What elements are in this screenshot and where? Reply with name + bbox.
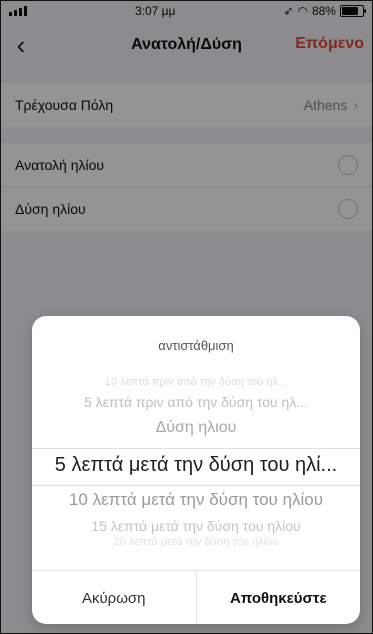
picker-option[interactable]: Δύση ηλιου (32, 419, 360, 437)
sheet-title: αντιστάθμιση (158, 338, 234, 353)
picker-option[interactable]: 10 λεπτά πριν από την δύση του ηλ... (32, 376, 360, 388)
offset-picker-sheet: αντιστάθμιση 10 λεπτά πριν από την δύση … (32, 316, 360, 624)
picker-option[interactable]: 10 λεπτά μετά την δύση του ηλίου (32, 490, 360, 510)
picker-option[interactable]: 5 λεπτά πριν από την δύση του ηλ... (32, 394, 360, 410)
offset-picker[interactable]: 10 λεπτά πριν από την δύση του ηλ... 5 λ… (32, 370, 360, 570)
cancel-button[interactable]: Ακύρωση (32, 571, 197, 624)
save-button[interactable]: Αποθηκεύστε (197, 571, 361, 624)
picker-option[interactable]: 20 λεπτά μετά την δύση του ηλίου (32, 536, 360, 548)
sheet-actions: Ακύρωση Αποθηκεύστε (32, 570, 360, 624)
picker-option[interactable]: 15 λεπτά μετά την δύση του ηλίου (32, 518, 360, 534)
app-frame: 3:07 μμ ➶ ◠ 88% ‹ Ανατολή/Δύση Επόμενο Τ… (0, 0, 373, 634)
picker-option-selected[interactable]: 5 λεπτά μετά την δύση του ηλί... (32, 454, 360, 477)
